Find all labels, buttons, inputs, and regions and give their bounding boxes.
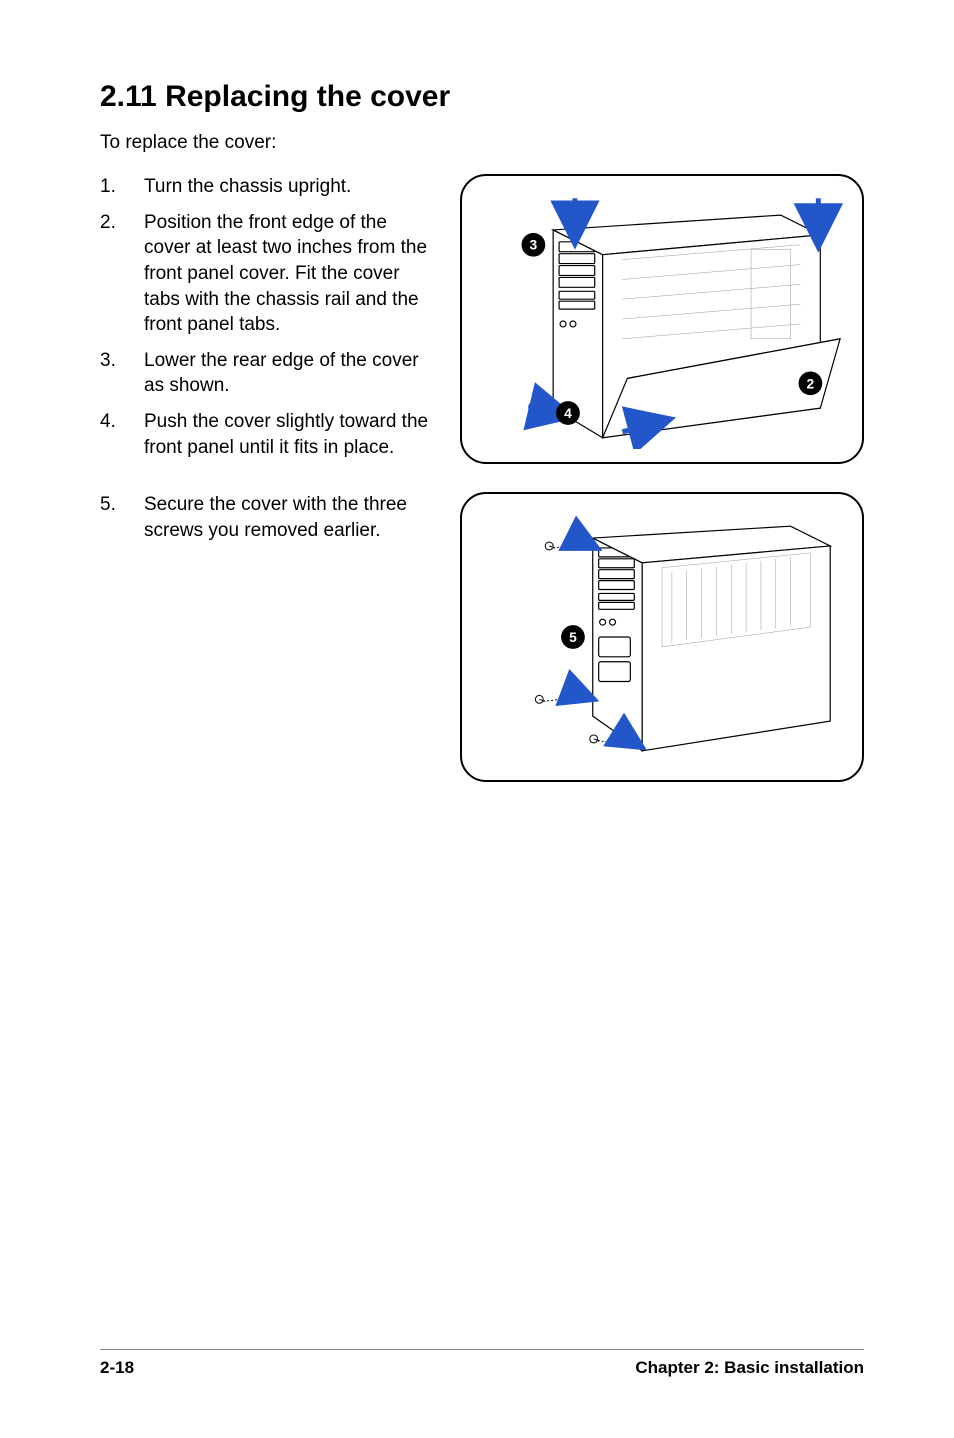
page-footer: 2-18 Chapter 2: Basic installation — [100, 1349, 864, 1378]
illustration-screw-secure: 5 — [460, 492, 864, 782]
step-text: Lower the rear edge of the cover as show… — [144, 348, 434, 399]
step-number: 2. — [100, 210, 144, 338]
step-item: 1. Turn the chassis upright. — [100, 174, 434, 200]
step-text: Secure the cover with the three screws y… — [144, 492, 434, 543]
illustration-column-2: 5 — [460, 492, 864, 782]
step-number: 3. — [100, 348, 144, 399]
step-text: Turn the chassis upright. — [144, 174, 434, 200]
steps-column-1: 1. Turn the chassis upright. 2. Position… — [100, 174, 434, 470]
section-heading: 2.11 Replacing the cover — [100, 80, 864, 114]
step-item: 3. Lower the rear edge of the cover as s… — [100, 348, 434, 399]
step-number: 1. — [100, 174, 144, 200]
content-row-2: 5. Secure the cover with the three screw… — [100, 492, 864, 782]
step-number: 5. — [100, 492, 144, 543]
illustration-cover-placement: 3 2 4 — [460, 174, 864, 464]
intro-text: To replace the cover: — [100, 132, 864, 154]
badge-5: 5 — [569, 629, 577, 645]
step-item: 2. Position the front edge of the cover … — [100, 210, 434, 338]
step-text: Push the cover slightly toward the front… — [144, 409, 434, 460]
step-text: Position the front edge of the cover at … — [144, 210, 434, 338]
badge-3: 3 — [530, 237, 538, 253]
step-item: 5. Secure the cover with the three screw… — [100, 492, 434, 543]
content-row-1: 1. Turn the chassis upright. 2. Position… — [100, 174, 864, 470]
chapter-label: Chapter 2: Basic installation — [635, 1358, 864, 1378]
steps-column-2: 5. Secure the cover with the three screw… — [100, 492, 434, 782]
illustration-column-1: 3 2 4 — [460, 174, 864, 470]
badge-2: 2 — [807, 375, 815, 391]
badge-4: 4 — [564, 405, 572, 421]
step-item: 4. Push the cover slightly toward the fr… — [100, 409, 434, 460]
step-number: 4. — [100, 409, 144, 460]
page-number: 2-18 — [100, 1358, 134, 1378]
